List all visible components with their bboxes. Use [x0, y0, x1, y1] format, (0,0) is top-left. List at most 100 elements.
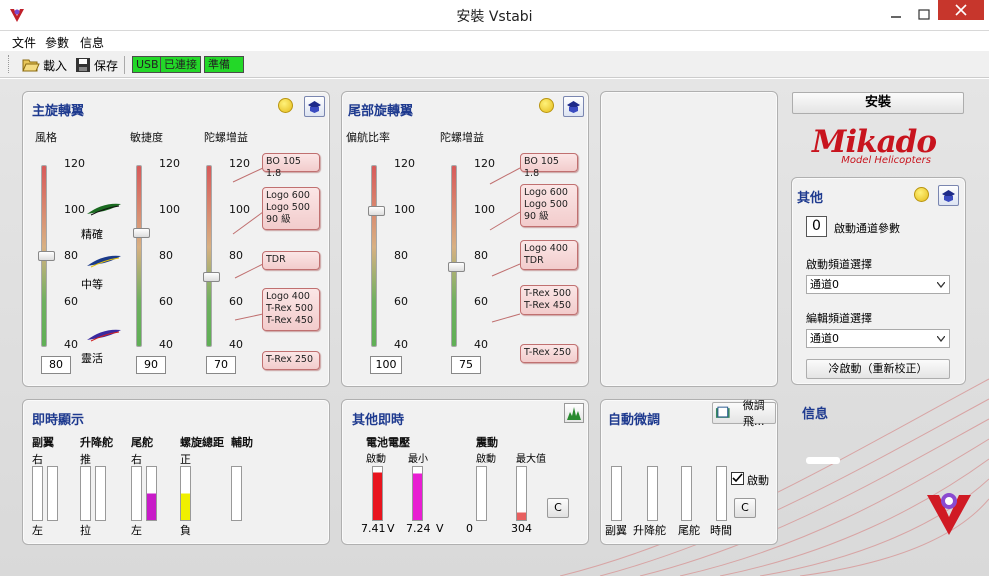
preset-callout-logo600[interactable]: Logo 600 Logo 500 90 級	[262, 187, 320, 230]
battery-min-label: 最小	[408, 454, 428, 465]
save-button[interactable]: 保存	[75, 55, 118, 75]
reset-trim-button[interactable]: C	[734, 498, 756, 518]
tick-label: 100	[64, 203, 85, 216]
toolbar: 載入 保存 USB 已連接 準備	[0, 51, 989, 78]
tick-label: 100	[394, 203, 415, 216]
style-value[interactable]: 80	[41, 356, 71, 374]
aux-meter	[231, 466, 242, 521]
tail-gyro-slider-thumb[interactable]	[448, 262, 465, 272]
style-header: 風格	[35, 131, 57, 144]
auto-trim-title: 自動微調	[608, 413, 661, 428]
vibration-max-meter	[516, 466, 527, 521]
preset-callout-logo400[interactable]: Logo 400 TDR	[520, 240, 578, 270]
edit-select-label: 編輯頻道選擇	[806, 312, 872, 325]
menu-params[interactable]: 參數	[45, 34, 69, 51]
tick-label: 120	[159, 157, 180, 170]
maximize-icon[interactable]	[911, 7, 937, 23]
vibration-start-label: 啟動	[476, 454, 496, 465]
preset-callout-trex500[interactable]: T-Rex 500 T-Rex 450	[520, 285, 578, 315]
tail-gyro-value[interactable]: 75	[451, 356, 481, 374]
menu-file[interactable]: 文件	[12, 34, 36, 51]
smiley-icon[interactable]	[278, 98, 293, 113]
rudder-header: 尾舵	[131, 436, 153, 449]
tick-label: 40	[159, 338, 173, 351]
title-bar: 安裝 Vstabi	[0, 0, 989, 31]
battery-header: 電池電壓	[366, 436, 410, 449]
aileron-bottom-label: 左	[32, 524, 43, 537]
agility-slider-thumb[interactable]	[133, 228, 150, 238]
helicopter-icon	[87, 329, 121, 342]
empty-panel	[600, 91, 778, 387]
install-button[interactable]: 安裝	[792, 92, 964, 114]
vibration-start-value: 0	[466, 522, 473, 535]
load-button[interactable]: 載入	[22, 55, 67, 75]
pitch-bottom-label: 負	[180, 524, 191, 537]
aileron-meter-1	[32, 466, 43, 521]
main-rotor-title: 主旋轉翼	[32, 104, 85, 119]
style-slider-thumb[interactable]	[38, 251, 55, 261]
minimize-icon[interactable]	[883, 7, 909, 23]
close-icon[interactable]	[938, 0, 984, 20]
preset-callout-trex250[interactable]: T-Rex 250	[520, 344, 578, 363]
graph-button[interactable]	[564, 403, 584, 423]
start-select-label: 啟動頻道選擇	[806, 258, 872, 271]
tail-gyro-slider-track[interactable]	[451, 165, 457, 347]
tick-label: 60	[64, 295, 78, 308]
load-label: 載入	[43, 58, 68, 73]
rudder-top-label: 右	[131, 453, 142, 466]
agility-value[interactable]: 90	[136, 356, 166, 374]
toolbar-grip	[8, 55, 11, 73]
other-realtime-title: 其他即時	[352, 413, 405, 428]
tail-rotor-title: 尾部旋轉翼	[348, 104, 414, 119]
elevator-meter-2	[95, 466, 106, 521]
auto-trim-panel: 自動微調 微調飛... 啟動 C 副翼 升降舵 尾舵 時間	[600, 399, 778, 545]
smiley-icon[interactable]	[539, 98, 554, 113]
folder-open-icon	[22, 59, 40, 72]
expert-mode-icon[interactable]	[563, 96, 584, 117]
preset-callout-logo600[interactable]: Logo 600 Logo 500 90 級	[520, 184, 578, 227]
tick-label: 80	[64, 249, 78, 262]
chevron-down-icon	[937, 336, 945, 342]
cold-start-button[interactable]: 冷啟動（重新校正）	[806, 359, 950, 379]
enable-checkbox[interactable]	[731, 472, 744, 485]
toolbar-separator	[124, 56, 125, 74]
start-channel-label: 啟動通道參數	[834, 222, 900, 235]
tail-rotor-panel: 尾部旋轉翼 偏航比率 陀螺增益 120 100 80 60 40 100 120…	[341, 91, 589, 387]
preset-callout-logo400[interactable]: Logo 400 T-Rex 500 T-Rex 450	[262, 288, 320, 331]
yaw-rate-slider-track[interactable]	[371, 165, 377, 347]
gyro-gain-slider-thumb[interactable]	[203, 272, 220, 282]
tick-label: 80	[159, 249, 173, 262]
preset-callout-trex250[interactable]: T-Rex 250	[262, 351, 320, 370]
start-channel-select[interactable]: 通道0	[806, 275, 950, 294]
pitch-meter	[180, 466, 191, 521]
precise-label: 精確	[81, 228, 103, 241]
tick-label: 100	[159, 203, 180, 216]
menu-info[interactable]: 信息	[80, 34, 104, 51]
aileron-top-label: 右	[32, 453, 43, 466]
yaw-rate-value[interactable]: 100	[370, 356, 402, 374]
trim-elevator-label: 升降舵	[633, 524, 666, 537]
agility-header: 敏捷度	[130, 131, 163, 144]
info-title: 信息	[802, 407, 829, 422]
preset-callout-bo105[interactable]: BO 105 1.8	[262, 153, 320, 179]
battery-start-value: 7.41	[361, 522, 386, 535]
gyro-gain-slider-track[interactable]	[206, 165, 212, 347]
trim-elevator-meter	[647, 466, 658, 521]
preset-callout-tdr[interactable]: TDR	[262, 251, 320, 270]
battery-min-value: 7.24	[406, 522, 431, 535]
reset-vibration-button[interactable]: C	[547, 498, 569, 518]
elevator-meter-1	[80, 466, 91, 521]
smiley-icon[interactable]	[914, 187, 929, 202]
yaw-rate-slider-thumb[interactable]	[368, 206, 385, 216]
pitch-header: 螺旋總距	[180, 436, 224, 449]
vibration-header: 震動	[476, 436, 498, 449]
expert-mode-icon[interactable]	[304, 96, 325, 117]
battery-start-label: 啟動	[366, 454, 386, 465]
preset-callout-bo105[interactable]: BO 105 1.8	[520, 153, 578, 179]
expert-mode-icon[interactable]	[938, 185, 959, 206]
start-channel-value[interactable]: 0	[806, 216, 827, 237]
edit-channel-select[interactable]: 通道0	[806, 329, 950, 348]
agility-slider-track[interactable]	[136, 165, 142, 347]
tick-label: 120	[394, 157, 415, 170]
fine-tune-button[interactable]: 微調飛...	[712, 399, 776, 428]
